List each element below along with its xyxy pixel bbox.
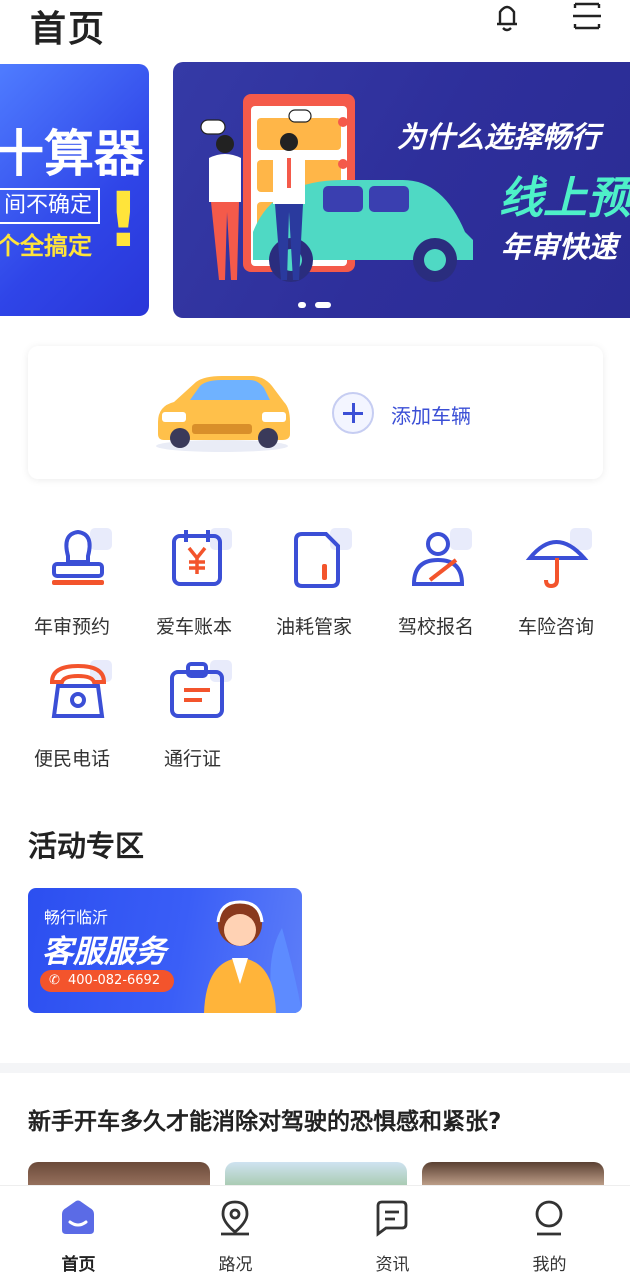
phone-icon: ✆ [49, 973, 60, 988]
tab-label: 我的 [532, 1255, 567, 1275]
promo-phone-pill[interactable]: ✆ 400-082-6692 [40, 970, 175, 992]
service-annual-inspection[interactable]: 年审预约 [12, 522, 132, 642]
tab-home[interactable]: 首页 [0, 1186, 157, 1281]
tab-label: 路况 [218, 1255, 253, 1275]
add-vehicle-label[interactable]: 添加车辆 [391, 400, 471, 429]
activity-section-title: 活动专区 [28, 829, 145, 863]
umbrella-icon [525, 528, 592, 589]
carousel-dot[interactable] [298, 302, 306, 308]
service-label: 通行证 [164, 748, 222, 770]
service-fuel-manager[interactable]: 油耗管家 [252, 522, 372, 642]
scan-icon[interactable] [570, 0, 604, 34]
bottom-tab-bar: 首页 路况 资讯 我的 [0, 1185, 630, 1281]
profile-icon [535, 1200, 563, 1236]
promo-title: 客服服务 [42, 934, 166, 970]
driver-icon [411, 528, 472, 586]
tab-label: 首页 [61, 1255, 96, 1275]
header: 首页 [0, 0, 630, 50]
tab-traffic[interactable]: 路况 [157, 1186, 314, 1281]
banner-headline: 为什么选择畅行 [397, 120, 601, 154]
page-title: 首页 [30, 9, 107, 50]
banner-subheadline: 线上预 [499, 173, 630, 224]
banner-illustration [200, 94, 473, 282]
bell-icon[interactable] [490, 0, 524, 34]
location-icon [221, 1200, 249, 1236]
article-title[interactable]: 新手开车多久才能消除对驾驶的恐惧感和紧张? [28, 1102, 501, 1136]
tab-mine[interactable]: 我的 [471, 1186, 628, 1281]
plus-icon[interactable] [332, 392, 374, 434]
carousel-dot-active[interactable] [315, 302, 332, 308]
stamp-icon [52, 528, 112, 585]
service-hotline[interactable]: 便民电话 [12, 654, 132, 774]
promo-subtitle: 畅行临沂 [44, 908, 109, 927]
slide-exclaim: ! [106, 175, 141, 264]
service-label: 车险咨询 [518, 616, 595, 638]
carousel-pagination[interactable] [298, 293, 335, 312]
slide-boxed-text: 间不确定 [0, 188, 101, 224]
home-icon [62, 1200, 94, 1234]
tab-news[interactable]: 资讯 [314, 1186, 471, 1281]
agent-illustration [204, 900, 302, 1013]
slide-highlight-text: 个全搞定 [0, 232, 92, 260]
fuel-card-icon [294, 528, 352, 588]
service-pass[interactable]: 通行证 [132, 654, 252, 774]
banner-carousel[interactable]: 十算器 间不确定 个全搞定 ! 为什么选择畅行 线上预 年审快速 [0, 62, 630, 318]
banner-slide-calculator[interactable]: 十算器 间不确定 个全搞定 ! [0, 64, 149, 316]
service-car-insurance[interactable]: 车险咨询 [492, 522, 612, 642]
banner-slide-inspection[interactable]: 为什么选择畅行 线上预 年审快速 [173, 62, 630, 318]
banner-tagline: 年审快速 [501, 230, 618, 264]
car-illustration [156, 376, 290, 452]
clipboard-icon [170, 660, 232, 718]
tab-label: 资讯 [375, 1255, 410, 1275]
service-driving-school[interactable]: 驾校报名 [372, 522, 492, 642]
service-car-ledger[interactable]: 爱车账本 [132, 522, 252, 642]
customer-service-banner[interactable]: 畅行临沂 客服服务 ✆ 400-082-6692 [28, 888, 302, 1013]
telephone-icon [49, 660, 112, 718]
section-divider [0, 1063, 630, 1073]
promo-phone-number: 400-082-6692 [68, 973, 161, 988]
message-icon [376, 1200, 408, 1237]
add-vehicle-card[interactable]: 添加车辆 [28, 346, 603, 479]
ledger-icon [172, 528, 232, 586]
